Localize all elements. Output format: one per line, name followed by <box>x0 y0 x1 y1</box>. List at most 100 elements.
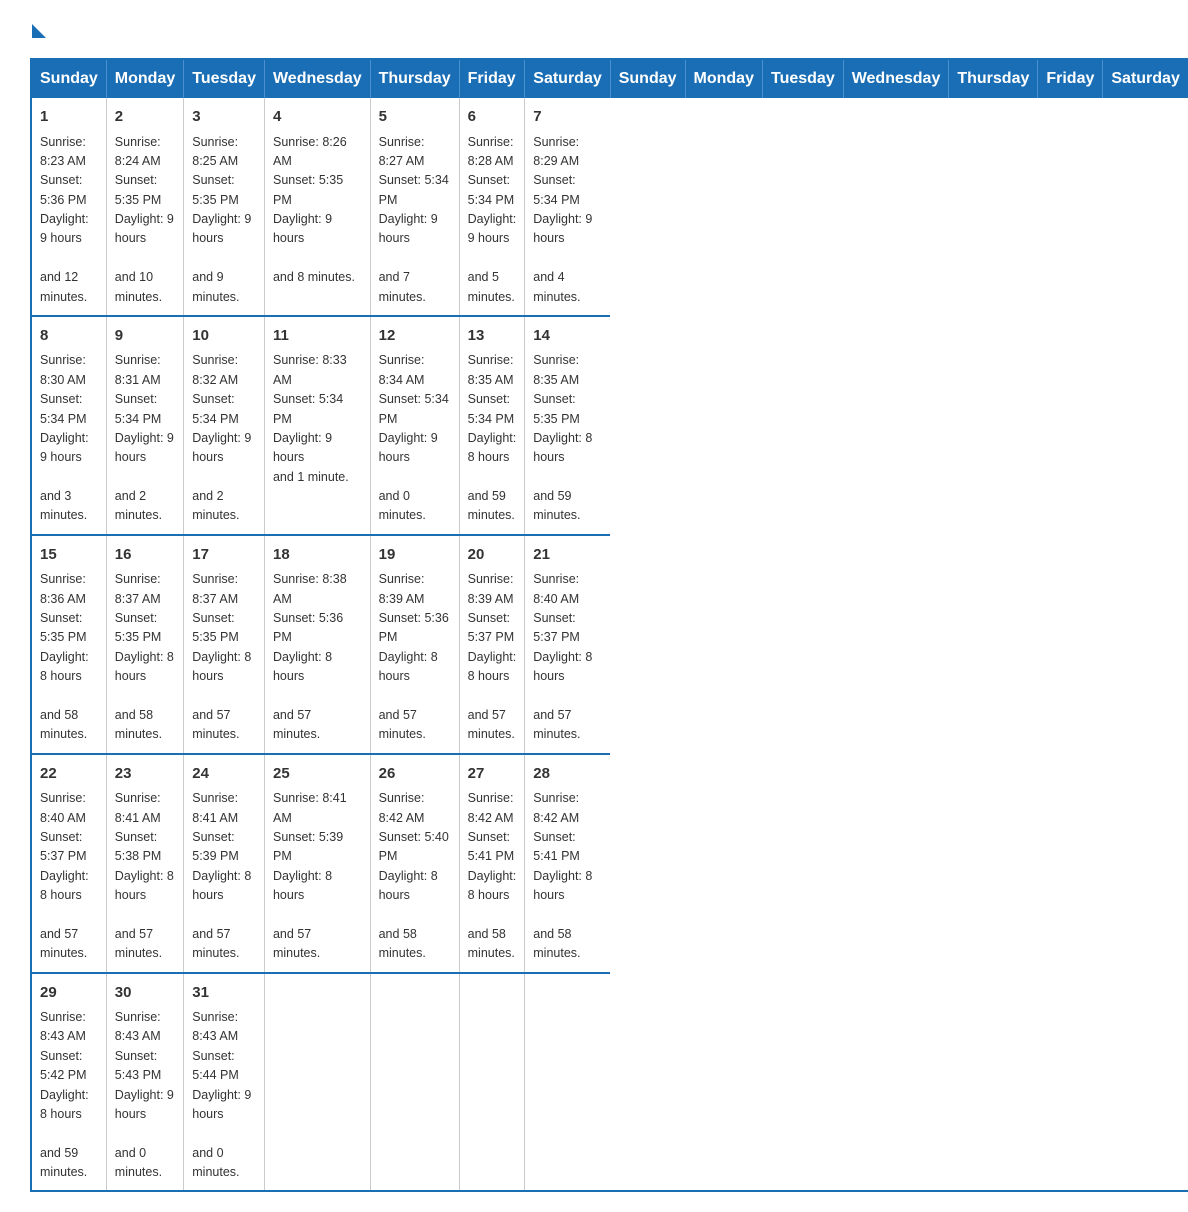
calendar-cell: 17 Sunrise: 8:37 AMSunset: 5:35 PMDayligh… <box>184 535 265 754</box>
calendar-cell: 3 Sunrise: 8:25 AMSunset: 5:35 PMDaylight… <box>184 98 265 316</box>
day-number: 6 <box>468 106 517 129</box>
logo-triangle-icon <box>32 24 46 38</box>
day-info: Sunrise: 8:38 AMSunset: 5:36 PMDaylight:… <box>273 570 362 744</box>
calendar-cell: 6 Sunrise: 8:28 AMSunset: 5:34 PMDaylight… <box>459 98 525 316</box>
calendar-cell: 13 Sunrise: 8:35 AMSunset: 5:34 PMDayligh… <box>459 316 525 535</box>
logo <box>30 20 46 38</box>
calendar-week-row: 29Sunrise: 8:43 AMSunset: 5:42 PMDayligh… <box>31 973 1188 1192</box>
day-info: Sunrise: 8:41 AMSunset: 5:38 PMDaylight:… <box>115 789 175 963</box>
day-info: Sunrise: 8:39 AMSunset: 5:36 PMDaylight:… <box>379 570 451 744</box>
calendar-cell: 4 Sunrise: 8:26 AMSunset: 5:35 PMDaylight… <box>264 98 370 316</box>
day-number: 10 <box>192 325 256 348</box>
calendar-cell: 10 Sunrise: 8:32 AMSunset: 5:34 PMDayligh… <box>184 316 265 535</box>
day-number: 24 <box>192 763 256 786</box>
weekday-header-thursday: Thursday <box>370 59 459 98</box>
page-header <box>30 20 1158 38</box>
day-info: Sunrise: 8:37 AMSunset: 5:35 PMDaylight:… <box>115 570 175 744</box>
day-number: 28 <box>533 763 602 786</box>
day-info: Sunrise: 8:26 AMSunset: 5:35 PMDaylight:… <box>273 133 362 288</box>
day-info: Sunrise: 8:23 AMSunset: 5:36 PMDaylight:… <box>40 133 98 307</box>
day-number: 7 <box>533 106 602 129</box>
day-info: Sunrise: 8:42 AMSunset: 5:40 PMDaylight:… <box>379 789 451 963</box>
calendar-cell: 19Sunrise: 8:39 AMSunset: 5:36 PMDayligh… <box>370 535 459 754</box>
day-info: Sunrise: 8:32 AMSunset: 5:34 PMDaylight:… <box>192 351 256 525</box>
day-info: Sunrise: 8:43 AMSunset: 5:44 PMDaylight:… <box>192 1008 256 1182</box>
day-info: Sunrise: 8:42 AMSunset: 5:41 PMDaylight:… <box>533 789 602 963</box>
day-number: 13 <box>468 325 517 348</box>
day-number: 26 <box>379 763 451 786</box>
day-number: 9 <box>115 325 175 348</box>
calendar-cell: 5 Sunrise: 8:27 AMSunset: 5:34 PMDaylight… <box>370 98 459 316</box>
day-info: Sunrise: 8:29 AMSunset: 5:34 PMDaylight:… <box>533 133 602 307</box>
day-number: 31 <box>192 982 256 1005</box>
day-info: Sunrise: 8:30 AMSunset: 5:34 PMDaylight:… <box>40 351 98 525</box>
calendar-cell: 23Sunrise: 8:41 AMSunset: 5:38 PMDayligh… <box>106 754 183 973</box>
calendar-cell <box>525 973 610 1192</box>
day-number: 5 <box>379 106 451 129</box>
day-info: Sunrise: 8:43 AMSunset: 5:43 PMDaylight:… <box>115 1008 175 1182</box>
day-info: Sunrise: 8:41 AMSunset: 5:39 PMDaylight:… <box>273 789 362 963</box>
calendar-cell: 24Sunrise: 8:41 AMSunset: 5:39 PMDayligh… <box>184 754 265 973</box>
weekday-header-friday: Friday <box>459 59 525 98</box>
calendar-cell: 7 Sunrise: 8:29 AMSunset: 5:34 PMDaylight… <box>525 98 610 316</box>
day-number: 12 <box>379 325 451 348</box>
day-number: 22 <box>40 763 98 786</box>
day-info: Sunrise: 8:37 AMSunset: 5:35 PMDaylight:… <box>192 570 256 744</box>
day-info: Sunrise: 8:34 AMSunset: 5:34 PMDaylight:… <box>379 351 451 525</box>
weekday-header-friday: Friday <box>1038 59 1103 98</box>
day-info: Sunrise: 8:40 AMSunset: 5:37 PMDaylight:… <box>40 789 98 963</box>
calendar-cell: 22 Sunrise: 8:40 AMSunset: 5:37 PMDayligh… <box>31 754 106 973</box>
day-number: 25 <box>273 763 362 786</box>
calendar-week-row: 1 Sunrise: 8:23 AMSunset: 5:36 PMDaylight… <box>31 98 1188 316</box>
day-info: Sunrise: 8:42 AMSunset: 5:41 PMDaylight:… <box>468 789 517 963</box>
calendar-cell: 8 Sunrise: 8:30 AMSunset: 5:34 PMDaylight… <box>31 316 106 535</box>
calendar-cell: 26 Sunrise: 8:42 AMSunset: 5:40 PMDayligh… <box>370 754 459 973</box>
day-info: Sunrise: 8:27 AMSunset: 5:34 PMDaylight:… <box>379 133 451 307</box>
day-info: Sunrise: 8:36 AMSunset: 5:35 PMDaylight:… <box>40 570 98 744</box>
calendar-cell: 9Sunrise: 8:31 AMSunset: 5:34 PMDaylight… <box>106 316 183 535</box>
calendar-cell <box>370 973 459 1192</box>
calendar-cell: 14Sunrise: 8:35 AMSunset: 5:35 PMDayligh… <box>525 316 610 535</box>
weekday-header-tuesday: Tuesday <box>184 59 265 98</box>
day-number: 3 <box>192 106 256 129</box>
day-info: Sunrise: 8:40 AMSunset: 5:37 PMDaylight:… <box>533 570 602 744</box>
day-number: 8 <box>40 325 98 348</box>
calendar-table: SundayMondayTuesdayWednesdayThursdayFrid… <box>30 58 1188 1192</box>
calendar-cell: 12 Sunrise: 8:34 AMSunset: 5:34 PMDayligh… <box>370 316 459 535</box>
weekday-header-tuesday: Tuesday <box>762 59 843 98</box>
calendar-week-row: 8 Sunrise: 8:30 AMSunset: 5:34 PMDaylight… <box>31 316 1188 535</box>
day-info: Sunrise: 8:28 AMSunset: 5:34 PMDaylight:… <box>468 133 517 307</box>
calendar-cell: 25 Sunrise: 8:41 AMSunset: 5:39 PMDayligh… <box>264 754 370 973</box>
calendar-cell: 1 Sunrise: 8:23 AMSunset: 5:36 PMDaylight… <box>31 98 106 316</box>
weekday-header-saturday: Saturday <box>1103 59 1188 98</box>
calendar-week-row: 15Sunrise: 8:36 AMSunset: 5:35 PMDayligh… <box>31 535 1188 754</box>
day-info: Sunrise: 8:39 AMSunset: 5:37 PMDaylight:… <box>468 570 517 744</box>
calendar-week-row: 22 Sunrise: 8:40 AMSunset: 5:37 PMDayligh… <box>31 754 1188 973</box>
day-info: Sunrise: 8:35 AMSunset: 5:34 PMDaylight:… <box>468 351 517 525</box>
day-info: Sunrise: 8:43 AMSunset: 5:42 PMDaylight:… <box>40 1008 98 1182</box>
weekday-header-wednesday: Wednesday <box>264 59 370 98</box>
day-info: Sunrise: 8:24 AMSunset: 5:35 PMDaylight:… <box>115 133 175 307</box>
day-number: 30 <box>115 982 175 1005</box>
weekday-header-monday: Monday <box>685 59 762 98</box>
calendar-cell: 18Sunrise: 8:38 AMSunset: 5:36 PMDayligh… <box>264 535 370 754</box>
day-number: 16 <box>115 544 175 567</box>
weekday-header-saturday: Saturday <box>525 59 610 98</box>
day-number: 20 <box>468 544 517 567</box>
calendar-cell <box>264 973 370 1192</box>
calendar-cell: 21 Sunrise: 8:40 AMSunset: 5:37 PMDayligh… <box>525 535 610 754</box>
day-number: 1 <box>40 106 98 129</box>
day-number: 11 <box>273 325 362 348</box>
day-number: 4 <box>273 106 362 129</box>
day-info: Sunrise: 8:25 AMSunset: 5:35 PMDaylight:… <box>192 133 256 307</box>
calendar-cell <box>459 973 525 1192</box>
calendar-cell: 11 Sunrise: 8:33 AMSunset: 5:34 PMDayligh… <box>264 316 370 535</box>
day-number: 17 <box>192 544 256 567</box>
day-info: Sunrise: 8:33 AMSunset: 5:34 PMDaylight:… <box>273 351 362 487</box>
weekday-header-monday: Monday <box>106 59 183 98</box>
calendar-cell: 2Sunrise: 8:24 AMSunset: 5:35 PMDaylight… <box>106 98 183 316</box>
weekday-header-thursday: Thursday <box>949 59 1038 98</box>
day-number: 21 <box>533 544 602 567</box>
day-number: 14 <box>533 325 602 348</box>
calendar-cell: 30 Sunrise: 8:43 AMSunset: 5:43 PMDayligh… <box>106 973 183 1192</box>
